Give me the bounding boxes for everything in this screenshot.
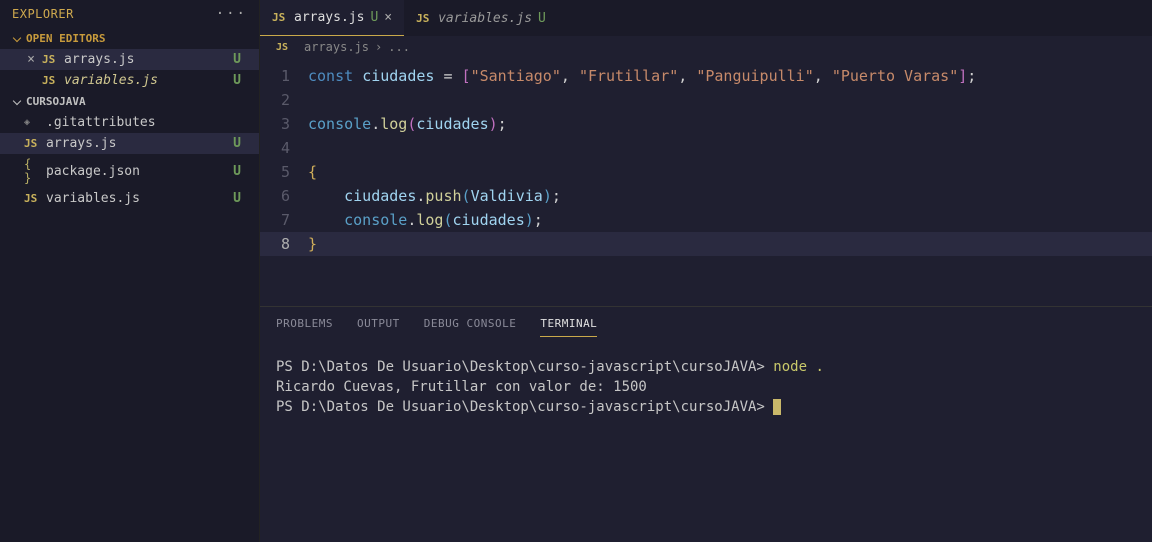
line-number: 8 [260,232,308,256]
git-status: U [233,191,241,206]
explorer-title: EXPLORER [12,7,74,21]
tab-name: arrays.js [294,10,364,25]
js-icon: JS [272,11,288,24]
close-icon[interactable]: × [24,52,38,67]
close-icon[interactable]: × [384,10,392,25]
folder-section[interactable]: CURSOJAVA [0,91,259,112]
editor-area: JS arrays.js U × JS variables.js U JS arrays.j… [260,0,1152,542]
code-line[interactable]: 2 [260,88,1152,112]
open-editor-item[interactable]: JS variables.jsU [0,70,259,91]
json-icon: { } [24,157,40,185]
panel-tabs: PROBLEMS OUTPUT DEBUG CONSOLE TERMINAL [260,307,1152,337]
terminal-command: node . [773,359,824,375]
file-name: variables.js [46,191,233,206]
code-line[interactable]: 6 ciudades.push(Valdivia); [260,184,1152,208]
panel-tab-problems[interactable]: PROBLEMS [276,317,333,337]
file-icon: ◈ [24,117,40,128]
js-icon: JS [42,53,58,66]
code-line[interactable]: 5{ [260,160,1152,184]
terminal-prompt: PS D:\Datos De Usuario\Desktop\curso-jav… [276,359,773,375]
explorer-header: EXPLORER ··· [0,0,259,28]
code-editor[interactable]: 1const ciudades = ["Santiago", "Frutilla… [260,58,1152,306]
file-name: variables.js [64,73,233,88]
js-icon: JS [42,74,58,87]
file-item[interactable]: ◈ .gitattributes [0,112,259,133]
code-line[interactable]: 4 [260,136,1152,160]
git-status: U [233,164,241,179]
line-number: 6 [260,184,308,208]
terminal-cursor [773,399,781,415]
file-name: .gitattributes [46,115,241,130]
file-name: arrays.js [46,136,233,151]
git-status: U [233,52,241,67]
editor-tab[interactable]: JS variables.js U [404,0,564,36]
editor-tabs: JS arrays.js U × JS variables.js U [260,0,1152,36]
panel-tab-output[interactable]: OUTPUT [357,317,400,337]
file-item[interactable]: JS arrays.jsU [0,133,259,154]
chevron-down-icon [13,33,21,41]
git-status: U [233,136,241,151]
line-number: 5 [260,160,308,184]
editor-tab[interactable]: JS arrays.js U × [260,0,404,36]
js-icon: JS [24,192,40,205]
git-status: U [233,73,241,88]
file-item[interactable]: JS variables.jsU [0,188,259,209]
file-name: package.json [46,164,233,179]
line-number: 2 [260,88,308,112]
breadcrumb-file: arrays.js [304,40,369,54]
more-icon[interactable]: ··· [216,6,247,22]
explorer-sidebar: EXPLORER ··· OPEN EDITORS ×JSarrays.jsUJ… [0,0,260,542]
terminal-output[interactable]: PS D:\Datos De Usuario\Desktop\curso-jav… [260,337,1152,437]
terminal-prompt: PS D:\Datos De Usuario\Desktop\curso-jav… [276,399,773,415]
panel-tab-terminal[interactable]: TERMINAL [540,317,597,337]
panel-tab-debug-console[interactable]: DEBUG CONSOLE [424,317,517,337]
breadcrumb-rest: ... [388,40,410,54]
line-number: 1 [260,64,308,88]
git-status: U [538,11,546,26]
js-icon: JS [276,42,292,53]
file-item[interactable]: { } package.jsonU [0,154,259,188]
js-icon: JS [416,12,432,25]
code-line[interactable]: 1const ciudades = ["Santiago", "Frutilla… [260,64,1152,88]
git-status: U [370,10,378,25]
code-line[interactable]: 3console.log(ciudades); [260,112,1152,136]
open-editor-item[interactable]: × JS arrays.jsU [0,49,259,70]
terminal-line: Ricardo Cuevas, Frutillar con valor de: … [276,379,647,395]
open-editors-label: OPEN EDITORS [26,32,105,45]
breadcrumb[interactable]: JS arrays.js › ... [260,36,1152,58]
line-number: 3 [260,112,308,136]
open-editors-section[interactable]: OPEN EDITORS [0,28,259,49]
file-name: arrays.js [64,52,233,67]
code-line[interactable]: 7 console.log(ciudades); [260,208,1152,232]
code-line[interactable]: 8} [260,232,1152,256]
tab-name: variables.js [438,11,532,26]
js-icon: JS [24,137,40,150]
line-number: 7 [260,208,308,232]
folder-label: CURSOJAVA [26,95,86,108]
breadcrumb-sep: › [375,40,382,54]
chevron-down-icon [13,96,21,104]
line-number: 4 [260,136,308,160]
bottom-panel: PROBLEMS OUTPUT DEBUG CONSOLE TERMINAL PS D… [260,306,1152,542]
